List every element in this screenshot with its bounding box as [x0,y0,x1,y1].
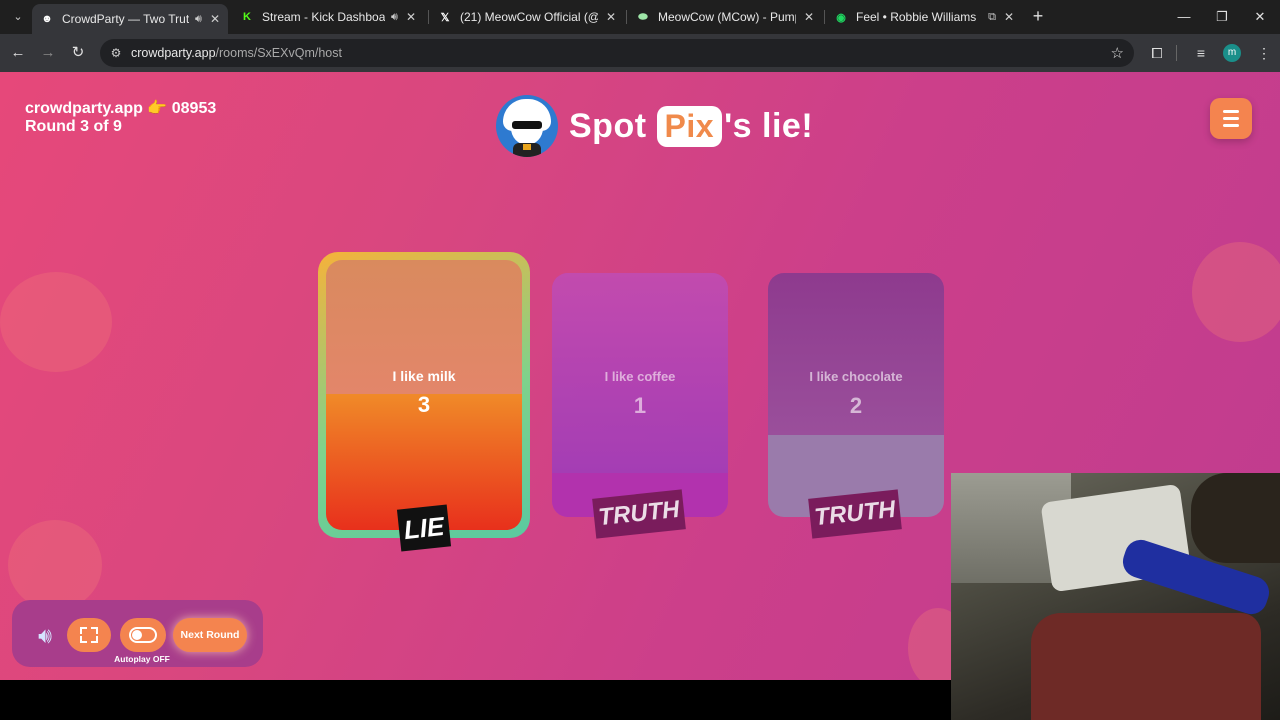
new-tab-icon[interactable]: + [1028,7,1048,27]
spotify-icon: ◉ [836,11,846,24]
menu-bar [1223,110,1239,113]
heading-prefix: Spot [569,106,647,145]
fullscreen-icon [80,636,87,643]
statement-card-3[interactable]: I like chocolate 2 [768,273,944,517]
hamburger-menu-button[interactable] [1210,98,1252,139]
autoplay-toggle[interactable] [120,618,166,652]
room-code: crowdparty.app 👉 08953 [25,100,217,117]
close-tab-icon[interactable]: ✕ [804,10,814,24]
fullscreen-icon [80,627,87,634]
tab-separator [626,10,627,24]
sound-icon[interactable]: 🔊︎ [30,622,60,650]
toggle-knob [132,630,142,640]
tab-spotify[interactable]: ◉ Feel • Robbie Williams ⧉ ✕ [826,4,1022,30]
tab-title: CrowdParty — Two Truths & [62,12,189,26]
bowtie-icon [523,144,531,150]
close-tab-icon[interactable]: ✕ [406,10,416,24]
close-tab-icon[interactable]: ✕ [210,12,220,26]
audio-icon[interactable]: 🔊︎ [391,11,398,24]
monkey-decoration-icon [0,272,112,372]
statement-text: I like milk [392,368,456,384]
fullscreen-icon [91,627,98,634]
url-text[interactable]: crowdparty.app/rooms/SxEXvQm/host [131,46,342,60]
browser-menu-icon[interactable]: ⋮ [1254,43,1274,63]
minimize-icon[interactable]: — [1172,6,1196,28]
tab-separator [428,10,429,24]
pump-icon: ⬬ [638,10,648,23]
tab-title: MeowCow (MCow) - Pump [658,10,796,24]
sunglasses-icon [512,121,542,129]
url-host: crowdparty.app [131,46,216,60]
menu-bar [1223,117,1239,120]
audio-icon[interactable]: 🔊︎ [195,13,202,26]
vote-count: 2 [849,393,863,418]
heading-suffix: 's lie! [724,106,814,145]
site-info-icon[interactable]: ⚙ [108,45,124,61]
maximize-icon[interactable]: ❐ [1210,6,1234,28]
statement-card-1[interactable]: I like milk 3 [326,260,522,530]
tab-crowdparty[interactable]: ☻ CrowdParty — Two Truths & 🔊︎ ✕ [32,4,228,34]
close-window-icon[interactable]: ✕ [1248,6,1272,28]
close-tab-icon[interactable]: ✕ [1004,10,1014,24]
url-path: /rooms/SxEXvQm/host [215,46,342,60]
vote-count: 1 [633,393,647,418]
tab-kick[interactable]: K Stream - Kick Dashboard 🔊︎ ✕ [232,4,424,30]
x-icon: 𝕏 [440,11,450,24]
toolbar-separator [1176,45,1177,61]
back-icon[interactable]: ← [8,43,28,63]
toggle-switch-icon [129,627,157,643]
round-indicator: Round 3 of 9 [25,118,122,135]
tab-separator [824,10,825,24]
player-avatar [496,95,558,157]
statement-card-2[interactable]: I like coffee 1 [552,273,728,517]
forward-icon[interactable]: → [38,43,58,63]
fullscreen-icon [91,636,98,643]
address-bar[interactable]: ⚙ crowdparty.app/rooms/SxEXvQm/host ☆ [100,39,1134,67]
tab-title: Feel • Robbie Williams [856,10,977,24]
player-name-pill: Pix [656,105,723,147]
tab-strip: ⌄ ☻ CrowdParty — Two Truths & 🔊︎ ✕ K Str… [0,0,1280,34]
browser-toolbar: ← → ↻ ⚙ crowdparty.app/rooms/SxEXvQm/hos… [0,34,1280,72]
monkey-decoration-icon [1192,242,1280,342]
fullscreen-button[interactable] [67,618,111,652]
kick-icon: K [243,11,251,23]
tab-title: Stream - Kick Dashboard [262,10,385,24]
tab-search-icon[interactable]: ⌄ [8,7,28,27]
webcam-overlay [951,473,1280,720]
webcam-person [1191,473,1280,563]
monkey-decoration-icon [8,520,102,610]
webcam-chair [1031,613,1261,720]
next-round-button[interactable]: Next Round [173,618,247,652]
menu-bar [1223,124,1239,127]
media-controls-icon[interactable]: ≡ [1191,43,1211,63]
profile-avatar[interactable]: m [1223,44,1241,62]
verdict-stamp-lie: LIE [396,504,452,552]
crowdparty-icon: ☻ [41,13,53,25]
statement-text: I like coffee [604,369,676,384]
picture-in-picture-icon[interactable]: ⧉ [988,11,996,24]
extensions-icon[interactable]: ⧠ [1147,43,1167,63]
prompt-heading: Spot Pix 's lie! [496,94,813,158]
autoplay-label: Autoplay OFF [114,654,170,664]
vote-count: 3 [417,392,431,417]
close-tab-icon[interactable]: ✕ [606,10,616,24]
tab-title: (21) MeowCow Official (@nickt [460,10,598,24]
bookmark-star-icon[interactable]: ☆ [1111,44,1124,62]
tab-pump[interactable]: ⬬ MeowCow (MCow) - Pump ✕ [628,4,822,30]
statement-text: I like chocolate [809,369,903,384]
tab-x[interactable]: 𝕏 (21) MeowCow Official (@nickt ✕ [430,4,624,30]
reload-icon[interactable]: ↻ [68,43,88,63]
